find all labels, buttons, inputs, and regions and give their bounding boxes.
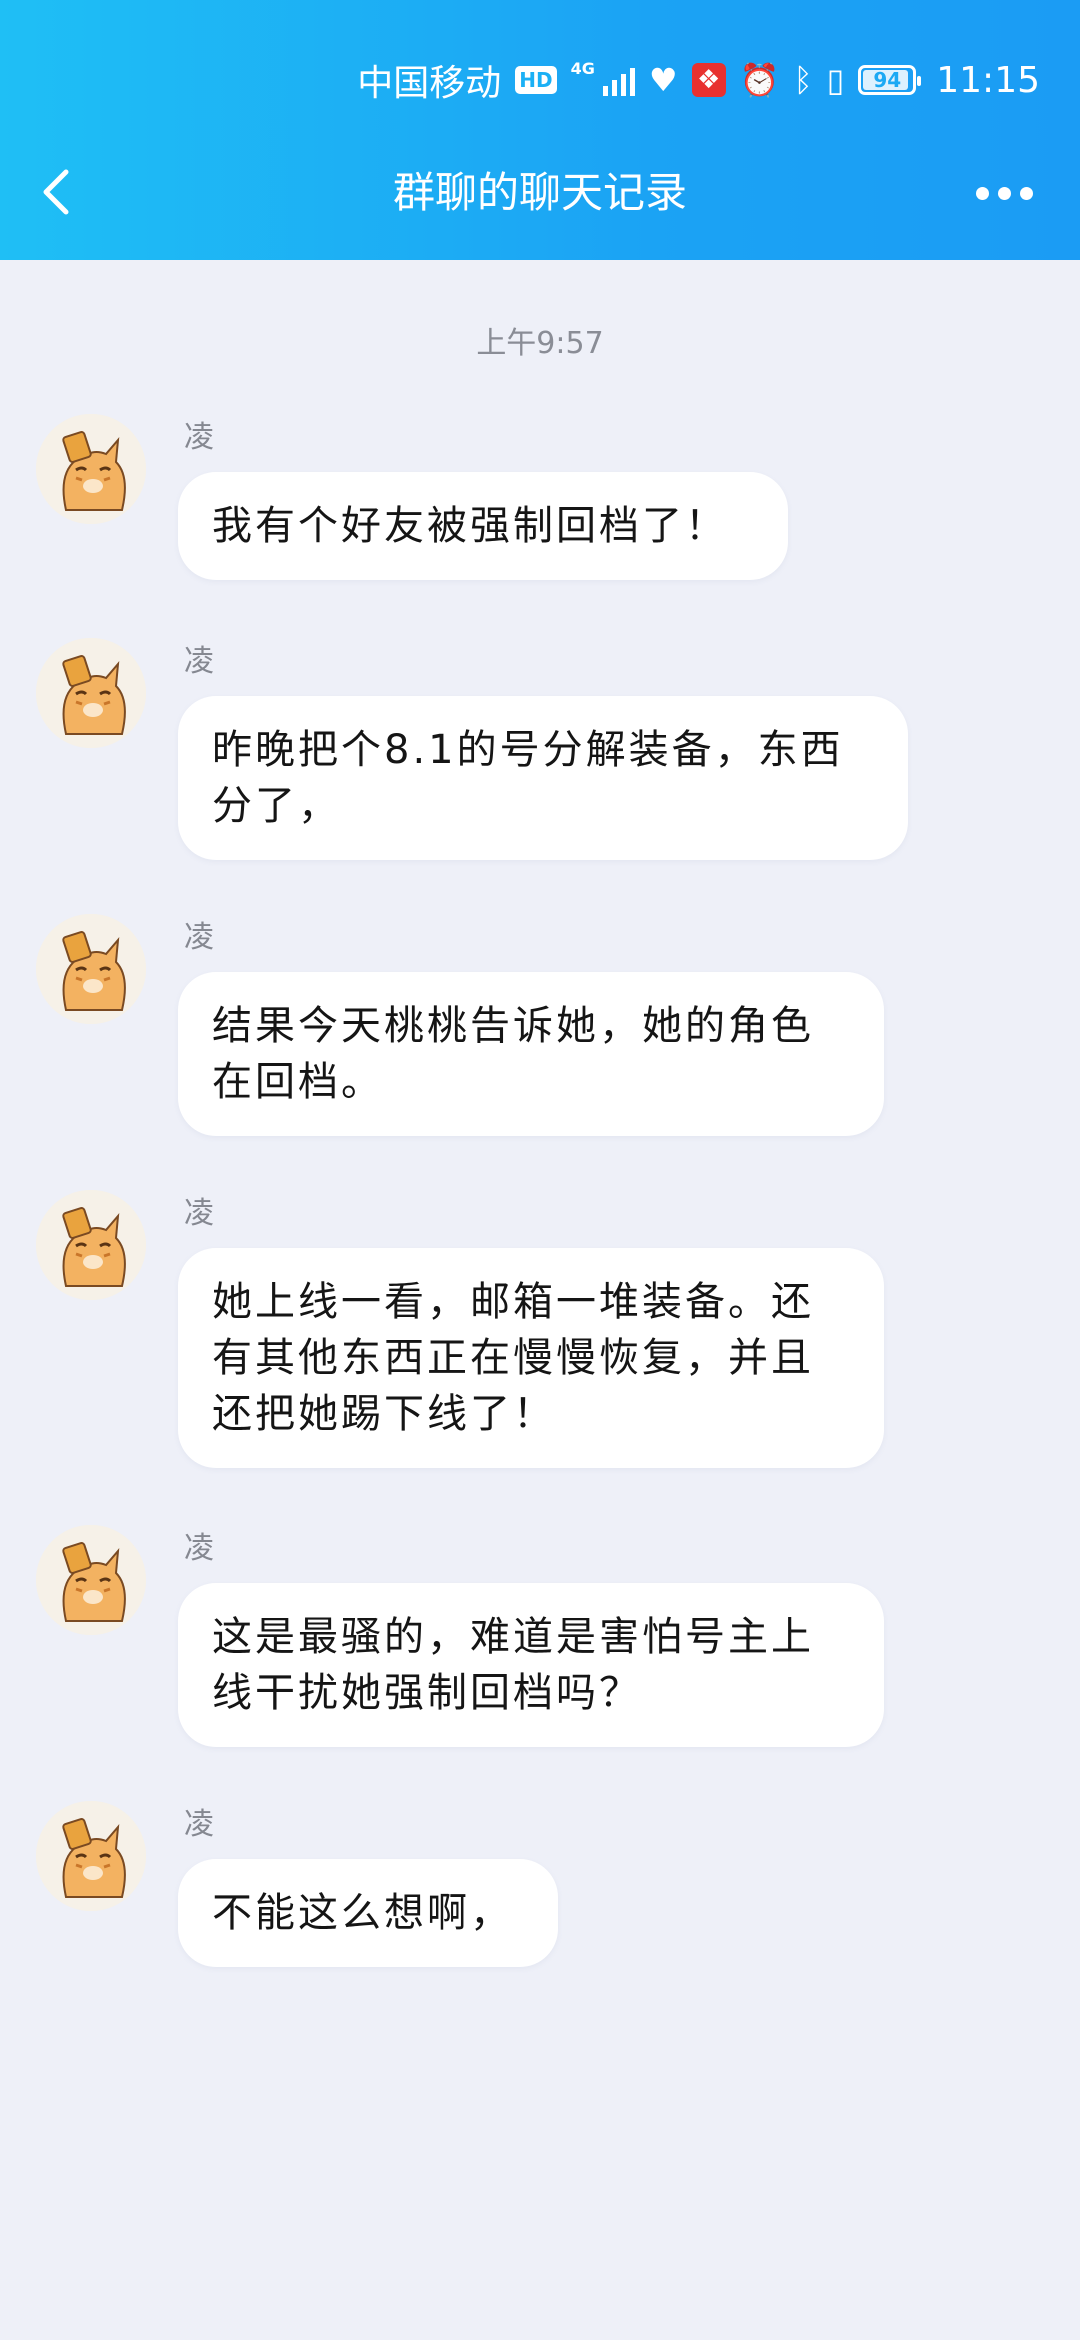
- signal-icon: [602, 64, 635, 96]
- hd-badge: HD: [515, 66, 557, 94]
- sender-name: 凌: [184, 1807, 214, 1842]
- sender-name: 凌: [184, 644, 214, 679]
- sender-name: 凌: [184, 1196, 214, 1231]
- heart-icon: ♥: [648, 61, 678, 99]
- battery-text: 94: [873, 68, 902, 92]
- avatar[interactable]: [36, 1801, 146, 1911]
- message-bubble[interactable]: 这是最骚的，难道是害怕号主上线干扰她强制回档吗？: [178, 1583, 884, 1747]
- message-bubble[interactable]: 我有个好友被强制回档了！: [178, 472, 788, 580]
- sender-name: 凌: [184, 920, 214, 955]
- message-bubble[interactable]: 昨晚把个8.1的号分解装备，东西分了，: [178, 696, 908, 860]
- clock: 11:15: [936, 59, 1040, 101]
- sender-name: 凌: [184, 420, 214, 455]
- more-dot-icon: [1020, 186, 1033, 200]
- network-type: 4G: [570, 58, 595, 78]
- vibrate-icon: ▯: [826, 61, 845, 99]
- carrier-label: 中国移动: [357, 63, 502, 104]
- page-title: 群聊的聊天记录: [392, 168, 687, 217]
- avatar[interactable]: [36, 914, 146, 1024]
- header-bar: 中国移动 HD 4G ♥ ❖ ⏰ ᛒ ▯ 94 11:15 群聊的聊天记录: [0, 0, 1080, 260]
- message-bubble[interactable]: 不能这么想啊，: [178, 1859, 558, 1967]
- more-options-button[interactable]: [976, 175, 1036, 211]
- chat-timestamp: 上午9:57: [476, 326, 604, 361]
- health-app-icon: ❖: [691, 63, 726, 97]
- bluetooth-icon: ᛒ: [793, 61, 813, 99]
- battery-icon: 94: [858, 65, 922, 95]
- status-bar: 中国移动 HD 4G ♥ ❖ ⏰ ᛒ ▯ 94 11:15: [357, 52, 1040, 108]
- message-bubble[interactable]: 她上线一看，邮箱一堆装备。还有其他东西正在慢慢恢复，并且还把她踢下线了！: [178, 1248, 884, 1468]
- more-dot-icon: [976, 186, 989, 200]
- message-bubble[interactable]: 结果今天桃桃告诉她，她的角色在回档。: [178, 972, 884, 1136]
- avatar[interactable]: [36, 414, 146, 524]
- alarm-icon: ⏰: [739, 61, 780, 99]
- avatar[interactable]: [36, 1525, 146, 1635]
- sender-name: 凌: [184, 1531, 214, 1566]
- avatar[interactable]: [36, 1190, 146, 1300]
- more-dot-icon: [998, 186, 1011, 200]
- avatar[interactable]: [36, 638, 146, 748]
